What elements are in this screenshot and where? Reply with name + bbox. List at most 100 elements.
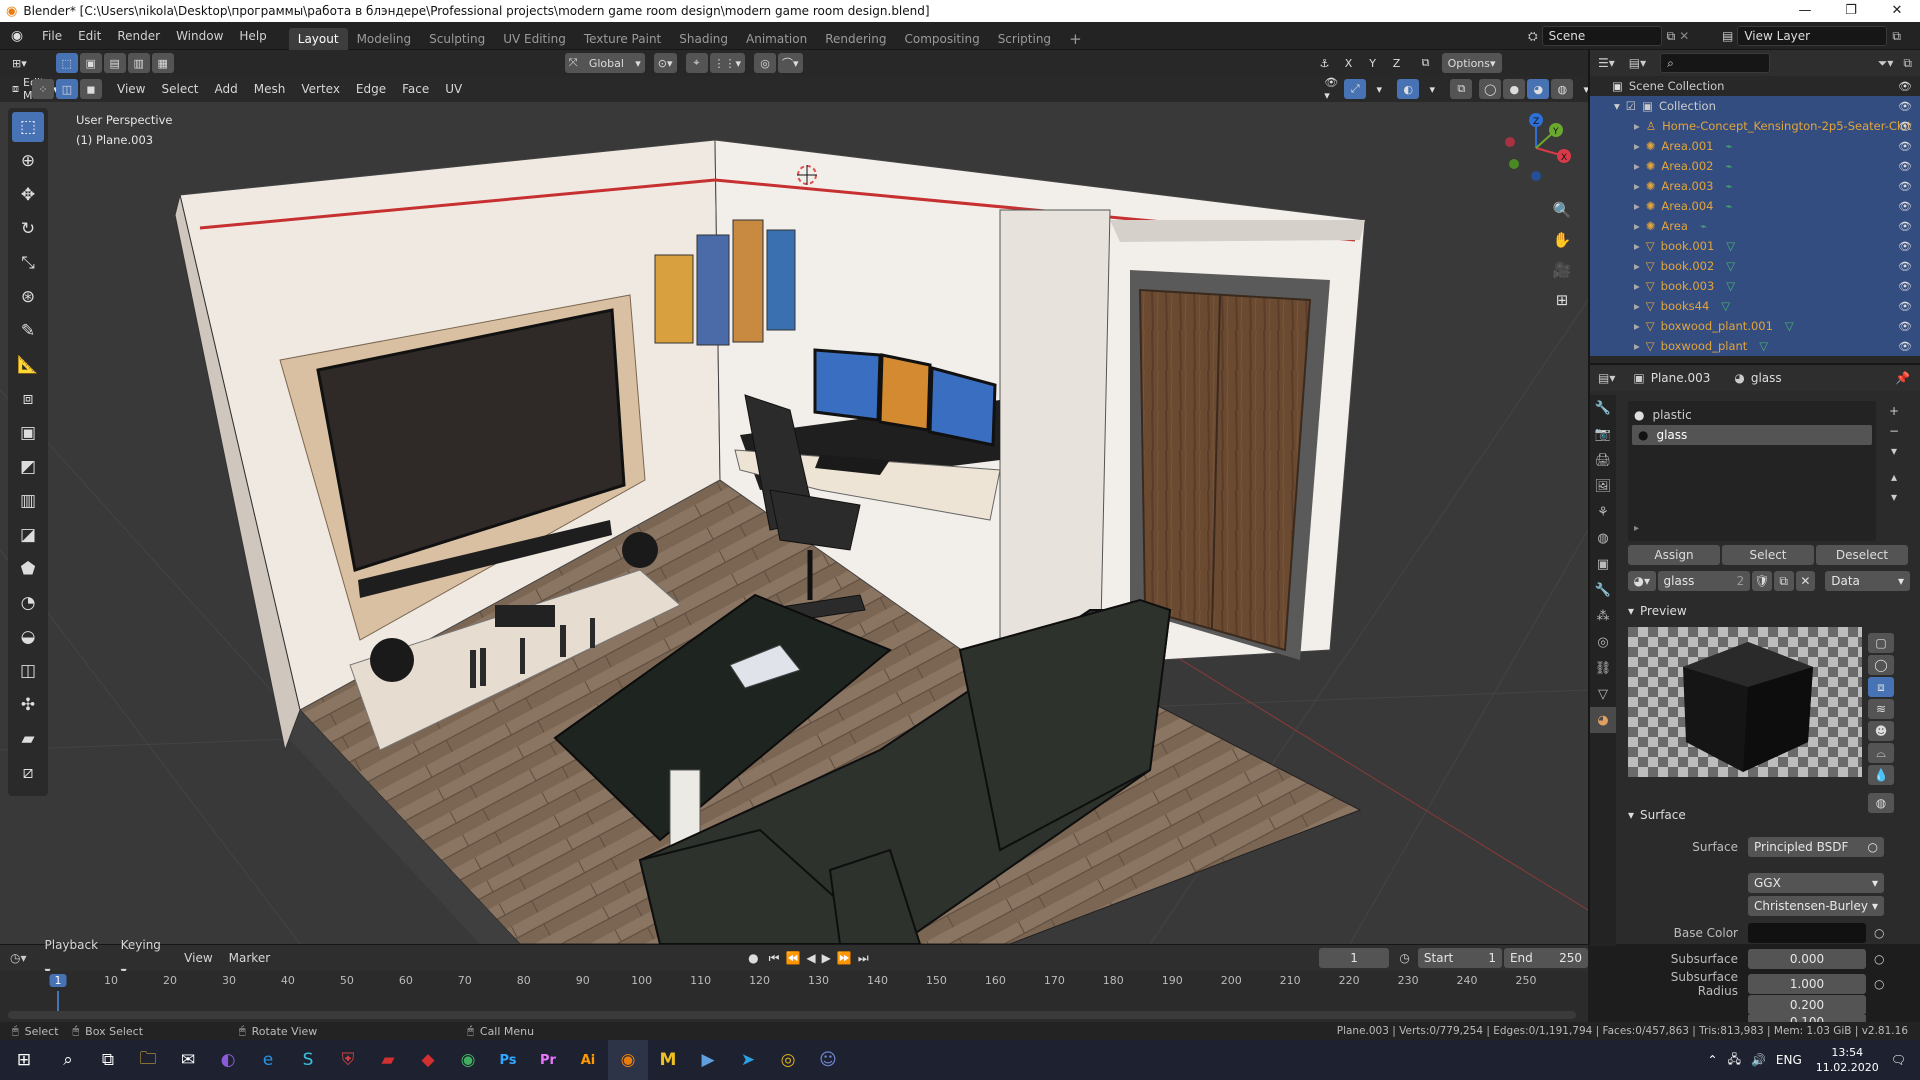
subsurface-radius-y[interactable]: 0.200 — [1748, 995, 1866, 1015]
jump-end-icon[interactable]: ⏭ — [858, 951, 869, 966]
wireframe-shading-icon[interactable]: ◯ — [1479, 79, 1502, 99]
outliner-row-object[interactable]: ▸ ✺ Area ⌁ 👁 — [1590, 216, 1920, 236]
eye-icon[interactable]: 👁 — [1898, 80, 1912, 93]
menu-vertex[interactable]: Vertex — [293, 76, 348, 102]
navigation-gizmo[interactable]: Z X Y — [1500, 112, 1572, 184]
expand-arrow-icon[interactable]: ▸ — [1634, 179, 1640, 193]
eye-icon[interactable]: 👁 — [1898, 340, 1912, 353]
tab-animation[interactable]: Animation — [737, 28, 816, 50]
poly-build-tool-icon[interactable]: ⬟ — [12, 554, 44, 584]
jump-start-icon[interactable]: ⏮ — [769, 951, 780, 966]
material-slot-glass[interactable]: ● glass — [1632, 425, 1872, 445]
illustrator-icon[interactable]: Ai — [568, 1040, 608, 1080]
outliner-row-scene-collection[interactable]: ▣ Scene Collection 👁 — [1590, 76, 1920, 96]
new-scene-icon[interactable]: ⧉ — [1667, 29, 1676, 44]
add-workspace-button[interactable]: + — [1060, 28, 1091, 50]
menu-mesh[interactable]: Mesh — [246, 76, 294, 102]
outliner-editor-icon[interactable]: ☰▾ — [1598, 56, 1615, 70]
overlays-dropdown-icon[interactable]: ▾ — [1421, 79, 1443, 99]
add-slot-button[interactable]: + — [1884, 401, 1904, 421]
menu-select[interactable]: Select — [153, 76, 206, 102]
menu-edit[interactable]: Edit — [70, 22, 109, 50]
dot-icon[interactable]: ○ — [1874, 926, 1884, 940]
zoom-icon[interactable]: 🔍 — [1548, 196, 1576, 224]
mail-icon[interactable]: ✉ — [168, 1040, 208, 1080]
menu-add[interactable]: Add — [207, 76, 246, 102]
record-icon[interactable]: ● — [748, 951, 758, 965]
timeline-scrollbar[interactable] — [8, 1011, 1576, 1019]
unlink-material-icon[interactable]: ✕ — [1795, 571, 1816, 591]
snap-target-icon[interactable]: ⋮⋮▾ — [709, 53, 746, 73]
material-tab-icon[interactable]: ◕ — [1590, 707, 1616, 733]
subsurface-method-dropdown[interactable]: Christensen-Burley ▾ — [1748, 896, 1884, 916]
solid-shading-icon[interactable]: ● — [1503, 79, 1526, 99]
menu-timeline-view[interactable]: View — [176, 945, 220, 971]
eye-icon[interactable]: 👁 — [1898, 300, 1912, 313]
preview-cube-icon[interactable]: ⧈ — [1868, 677, 1894, 697]
outliner-row-object[interactable]: ▸ ✺ Area.002 ⌁ 👁 — [1590, 156, 1920, 176]
outliner-row-object[interactable]: ▸ ▽ boxwood_plant.001 ▽ 👁 — [1590, 316, 1920, 336]
preview-flat-icon[interactable]: ▢ — [1868, 633, 1894, 653]
light-data-icon[interactable]: ⌁ — [1726, 159, 1733, 173]
scene-tab-icon[interactable]: ⚘ — [1590, 499, 1616, 525]
scale-tool-icon[interactable]: ⤡ — [12, 248, 44, 278]
outliner-row-object[interactable]: ▸ ▽ book.001 ▽ 👁 — [1590, 236, 1920, 256]
face-select-icon[interactable]: ◼ — [80, 79, 102, 99]
auto-merge-icon[interactable]: ⧉ — [1415, 53, 1437, 73]
remove-slot-button[interactable]: − — [1884, 421, 1904, 441]
maximize-button[interactable]: ❐ — [1828, 0, 1874, 22]
outliner-row-object[interactable]: ▸ ✺ Area.004 ⌁ 👁 — [1590, 196, 1920, 216]
tray-arrow-icon[interactable]: ⌃ — [1708, 1053, 1718, 1067]
mode-dropdown[interactable]: ⧈ Edit Mode ▾ — [8, 76, 59, 102]
pivot-point-icon[interactable]: ⊙▾ — [653, 53, 677, 73]
eye-icon[interactable]: 👁 — [1898, 120, 1912, 133]
view-layer-field[interactable]: View Layer — [1737, 26, 1888, 46]
menu-uv[interactable]: UV — [437, 76, 470, 102]
rotate-tool-icon[interactable]: ↻ — [12, 214, 44, 244]
menu-window[interactable]: Window — [168, 22, 231, 50]
slot-menu-icon[interactable]: ▾ — [1884, 441, 1904, 461]
expand-arrow-icon[interactable]: ▸ — [1634, 279, 1640, 293]
select-mode-intersect-icon[interactable]: ▦ — [151, 53, 174, 73]
material-name-field[interactable]: glass 2 — [1657, 571, 1751, 591]
menu-render[interactable]: Render — [109, 22, 168, 50]
mesh-data-icon[interactable]: ▽ — [1785, 319, 1794, 333]
new-view-layer-icon[interactable]: ⧉ — [1892, 29, 1901, 44]
telegram-icon[interactable]: ➤ — [728, 1040, 768, 1080]
mesh-data-icon[interactable]: ▽ — [1726, 279, 1735, 293]
outliner-row-object[interactable]: ▸ ✺ Area.003 ⌁ 👁 — [1590, 176, 1920, 196]
falloff-icon[interactable]: ⌒▾ — [778, 53, 803, 73]
world-tab-icon[interactable]: ◍ — [1590, 525, 1616, 551]
app-shield-icon[interactable]: ⛨ — [328, 1040, 368, 1080]
preview-monkey-icon[interactable]: ☻ — [1868, 721, 1894, 741]
menu-face[interactable]: Face — [394, 76, 437, 102]
expand-arrow-icon[interactable]: ▸ — [1634, 139, 1640, 153]
expand-arrow-icon[interactable]: ▸ — [1634, 119, 1640, 133]
knife-tool-icon[interactable]: ◪ — [12, 520, 44, 550]
network-icon[interactable]: 🖧 — [1728, 1050, 1741, 1071]
ortho-grid-icon[interactable]: ⊞ — [1548, 286, 1576, 314]
mesh-data-icon[interactable]: ▽ — [1721, 299, 1730, 313]
gizmo-icon[interactable]: ⤢ — [1344, 79, 1367, 99]
smooth-tool-icon[interactable]: ◒ — [12, 622, 44, 652]
scene-field[interactable]: Scene — [1541, 26, 1662, 46]
pin-icon[interactable]: 📌 — [1895, 371, 1910, 385]
end-frame-field[interactable]: End 250 — [1503, 948, 1589, 968]
tab-rendering[interactable]: Rendering — [816, 28, 895, 50]
shrink-fatten-tool-icon[interactable]: ✣ — [12, 690, 44, 720]
gizmo-dropdown-icon[interactable]: ▾ — [1368, 79, 1390, 99]
menu-view[interactable]: View — [109, 76, 153, 102]
remove-scene-icon[interactable]: ✕ — [1679, 29, 1689, 43]
assign-button[interactable]: Assign — [1628, 545, 1720, 565]
language-indicator[interactable]: ENG — [1776, 1053, 1802, 1067]
spin-tool-icon[interactable]: ◔ — [12, 588, 44, 618]
subsurface-field[interactable]: 0.000 — [1748, 949, 1866, 969]
edge-slide-tool-icon[interactable]: ◫ — [12, 656, 44, 686]
select-button[interactable]: Select — [1722, 545, 1814, 565]
data-tab-icon[interactable]: ▽ — [1590, 681, 1616, 707]
premiere-icon[interactable]: Pr — [528, 1040, 568, 1080]
browse-material-icon[interactable]: ◕▾ — [1628, 571, 1656, 591]
select-mode-extend-icon[interactable]: ▤ — [103, 53, 126, 73]
outliner-row-object[interactable]: ▸ ✺ Area.001 ⌁ 👁 — [1590, 136, 1920, 156]
outliner-row-object[interactable]: ▸ ♙ Home-Concept_Kensington-2p5-Seater-Clo… — [1590, 116, 1920, 136]
